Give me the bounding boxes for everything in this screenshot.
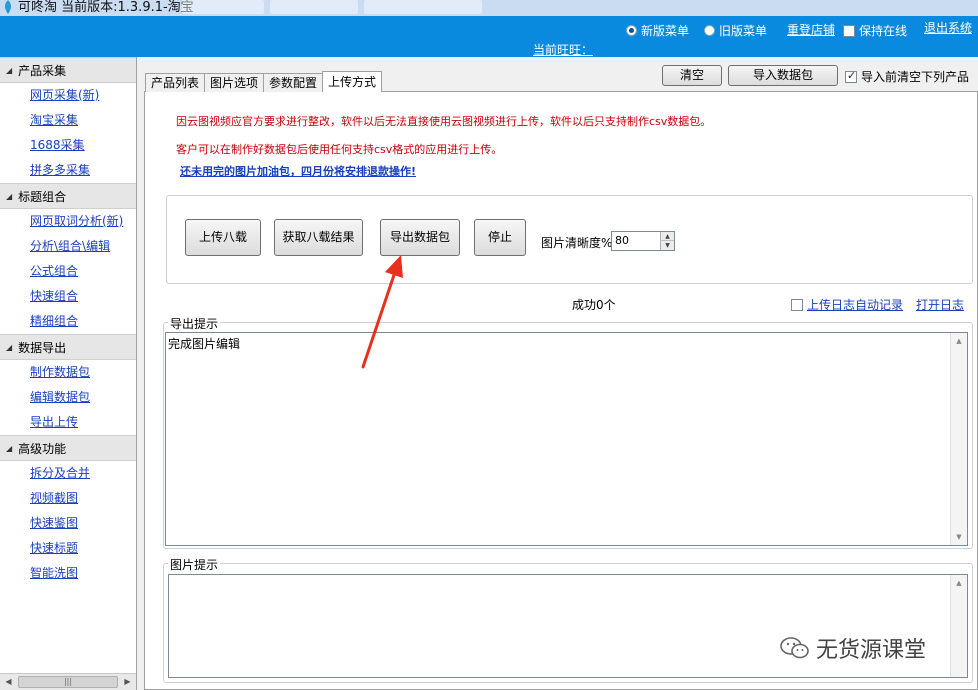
scroll-up-icon[interactable]: ▲ (951, 333, 967, 349)
radio-selected[interactable] (626, 25, 637, 36)
keep-online-box[interactable] (843, 24, 855, 37)
current-wangwang-label: 当前旺旺： (533, 43, 594, 57)
logout-link[interactable]: 退出系统 (924, 19, 972, 36)
collapse-triangle-icon: ◢ (6, 191, 13, 201)
sidebar-item-pdd-collect[interactable]: 拼多多采集 (0, 158, 136, 183)
sidebar-item-quick-combine[interactable]: 快速组合 (0, 284, 136, 309)
collapse-triangle-icon: ◢ (6, 342, 13, 352)
taskbar-item (182, 0, 264, 14)
keep-online-label: 保持在线 (859, 24, 908, 38)
auto-log-box[interactable] (791, 298, 803, 311)
clear-button[interactable]: 清空 (662, 65, 722, 86)
watermark-text: 无货源课堂 (816, 638, 927, 663)
refund-notice-link[interactable]: 还未用完的图片加油包，四月份将安排退款操作! (180, 163, 416, 179)
window-title: 可咚淘 当前版本:1.3.9.1-淘宝 (18, 0, 194, 15)
sidebar-section-advanced[interactable]: ◢ 高级功能 (0, 435, 136, 461)
export-hint-legend: 导出提示 (168, 315, 221, 332)
open-log-link[interactable]: 打开日志 (916, 296, 964, 313)
scroll-left-icon[interactable]: ◀ (1, 675, 16, 689)
sidebar-item-quick-title[interactable]: 快速标题 (0, 536, 136, 561)
radio-unselected[interactable] (704, 25, 715, 36)
collapse-triangle-icon: ◢ (6, 443, 13, 453)
notice-line-1: 因云图视频应官方要求进行整改，软件以后无法直接使用云图视频进行上传，软件以后只支… (176, 115, 712, 128)
clear-before-import-box[interactable] (845, 69, 857, 83)
upload-button[interactable]: 上传八载 (185, 219, 261, 256)
new-menu-radio[interactable]: 新版菜单 (626, 22, 689, 39)
clear-before-import-label: 导入前清空下列产品 (861, 70, 970, 84)
sidebar-item-formula-combine[interactable]: 公式组合 (0, 259, 136, 284)
app-icon (4, 0, 12, 14)
sidebar-section-collect[interactable]: ◢ 产品采集 (0, 57, 136, 83)
spin-down-icon[interactable]: ▼ (660, 241, 674, 250)
sidebar-item-taobao-collect[interactable]: 淘宝采集 (0, 108, 136, 133)
import-package-button[interactable]: 导入数据包 (728, 65, 838, 86)
clear-before-import-checkbox[interactable]: 导入前清空下列产品 (845, 68, 969, 85)
spin-up-icon[interactable]: ▲ (660, 232, 674, 241)
notice-line-2: 客户可以在制作好数据包后使用任何支持csv格式的应用进行上传。 (176, 143, 503, 156)
auto-log-label: 上传日志自动记录 (807, 298, 904, 312)
export-package-button[interactable]: 导出数据包 (380, 219, 460, 256)
collapse-triangle-icon: ◢ (6, 65, 13, 75)
sidebar-item-export-upload[interactable]: 导出上传 (0, 410, 136, 435)
stop-button[interactable]: 停止 (474, 219, 526, 256)
image-hint-legend: 图片提示 (168, 556, 221, 573)
sidebar-item-make-package[interactable]: 制作数据包 (0, 360, 136, 385)
sidebar-item-web-collect[interactable]: 网页采集(新) (0, 83, 136, 108)
export-hint-scrollbar[interactable]: ▲ ▼ (950, 333, 967, 545)
image-quality-label: 图片清晰度% (541, 236, 613, 250)
taskbar-item (270, 0, 358, 14)
sidebar-item-edit-package[interactable]: 编辑数据包 (0, 385, 136, 410)
auto-log-checkbox[interactable]: 上传日志自动记录 (791, 296, 903, 313)
window-titlebar: 可咚淘 当前版本:1.3.9.1-淘宝 (0, 0, 978, 16)
sidebar-item-keyword-analysis[interactable]: 网页取词分析(新) (0, 209, 136, 234)
tab-upload-method[interactable]: 上传方式 (322, 71, 383, 92)
export-hint-text: 完成图片编辑 (168, 337, 241, 351)
export-hint-textarea[interactable]: 完成图片编辑 ▲ ▼ (165, 332, 968, 546)
old-menu-radio[interactable]: 旧版菜单 (704, 22, 767, 39)
sidebar-item-smart-image-wash[interactable]: 智能洗图 (0, 561, 136, 586)
new-menu-label: 新版菜单 (641, 24, 690, 38)
tab-param-config[interactable]: 参数配置 (263, 73, 324, 92)
taskbar-item (364, 0, 482, 14)
sidebar-section-export[interactable]: ◢ 数据导出 (0, 334, 136, 360)
scroll-up-icon[interactable]: ▲ (951, 575, 967, 591)
sidebar-item-split-merge[interactable]: 拆分及合并 (0, 461, 136, 486)
image-quality-spinner[interactable]: 80 ▲ ▼ (611, 231, 675, 251)
sidebar-section-title[interactable]: ◢ 标题组合 (0, 183, 136, 209)
header-bar: 新版菜单 旧版菜单 重登店铺 保持在线 退出系统 当前旺旺： (0, 16, 978, 57)
scroll-thumb[interactable]: ||| (18, 676, 118, 688)
scroll-right-icon[interactable]: ▶ (120, 675, 135, 689)
sidebar-horizontal-scrollbar[interactable]: ◀ ||| ▶ (0, 673, 136, 690)
sidebar-item-1688-collect[interactable]: 1688采集 (0, 133, 136, 158)
image-quality-value[interactable]: 80 (615, 234, 629, 247)
sidebar: ◢ 产品采集 网页采集(新) 淘宝采集 1688采集 拼多多采集 ◢ 标题组合 网页… (0, 57, 137, 690)
old-menu-label: 旧版菜单 (719, 24, 768, 38)
sidebar-item-video-screenshot[interactable]: 视频截图 (0, 486, 136, 511)
image-hint-scrollbar[interactable]: ▲ (950, 575, 967, 677)
sidebar-item-fine-combine[interactable]: 精细组合 (0, 309, 136, 334)
get-result-button[interactable]: 获取八载结果 (274, 219, 363, 256)
keep-online-checkbox[interactable]: 保持在线 (843, 22, 907, 39)
sidebar-item-analyze-combine-edit[interactable]: 分析\组合\编辑 (0, 234, 136, 259)
sidebar-item-quick-image-check[interactable]: 快速鉴图 (0, 511, 136, 536)
relogin-link[interactable]: 重登店铺 (787, 21, 835, 38)
tab-strip: 产品列表 图片选项 参数配置 上传方式 (145, 71, 383, 92)
tab-product-list[interactable]: 产品列表 (145, 73, 206, 92)
wechat-icon (780, 637, 809, 659)
watermark: 无货源课堂 (780, 632, 926, 664)
scroll-down-icon[interactable]: ▼ (951, 529, 967, 545)
success-count: 成功0个 (572, 298, 616, 312)
tab-image-options[interactable]: 图片选项 (204, 73, 265, 92)
annotation-arrow-icon (361, 255, 403, 369)
